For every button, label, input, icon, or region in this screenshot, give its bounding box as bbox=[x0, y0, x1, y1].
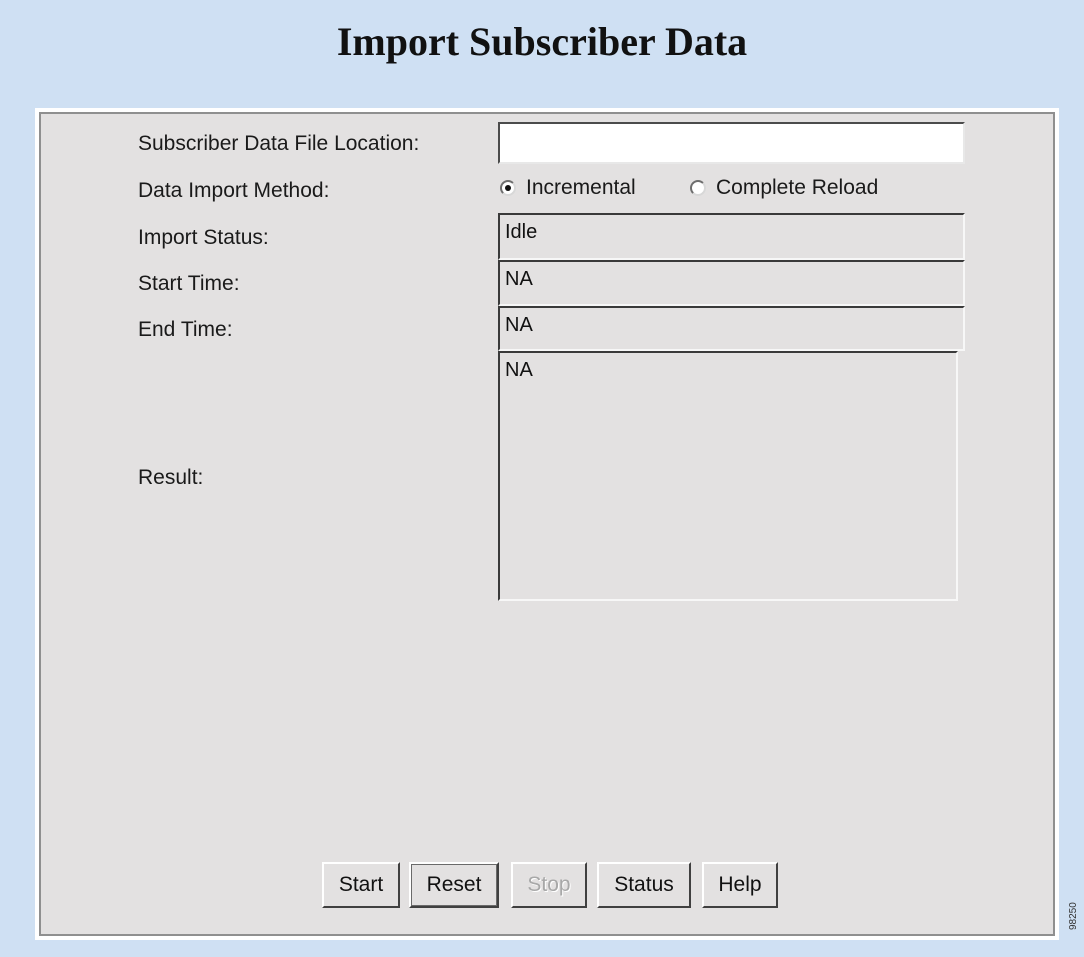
reset-button[interactable]: Reset bbox=[409, 862, 499, 908]
start-time-label: Start Time: bbox=[138, 272, 240, 295]
status-button[interactable]: Status bbox=[597, 862, 691, 908]
import-status-field: Idle bbox=[498, 213, 965, 260]
result-label: Result: bbox=[138, 466, 204, 489]
end-time-field: NA bbox=[498, 306, 965, 351]
start-button[interactable]: Start bbox=[322, 862, 400, 908]
help-button[interactable]: Help bbox=[702, 862, 778, 908]
stop-button: Stop bbox=[511, 862, 587, 908]
end-time-label: End Time: bbox=[138, 318, 233, 341]
radio-complete-reload[interactable]: Complete Reload bbox=[690, 176, 878, 200]
figure-id: 98250 bbox=[1068, 902, 1079, 930]
radio-incremental-label[interactable]: Incremental bbox=[526, 176, 636, 200]
import-status-label: Import Status: bbox=[138, 226, 269, 249]
file-location-label: Subscriber Data File Location: bbox=[138, 132, 420, 155]
radio-incremental[interactable]: Incremental bbox=[500, 176, 636, 200]
radio-checked-icon[interactable] bbox=[500, 180, 516, 196]
file-location-input[interactable] bbox=[498, 122, 965, 164]
start-time-field: NA bbox=[498, 260, 965, 306]
radio-complete-reload-label[interactable]: Complete Reload bbox=[716, 176, 878, 200]
result-textarea[interactable]: NA bbox=[498, 351, 958, 601]
page-title: Import Subscriber Data bbox=[336, 19, 748, 64]
radio-unchecked-icon[interactable] bbox=[690, 180, 706, 196]
import-method-label: Data Import Method: bbox=[138, 179, 330, 202]
